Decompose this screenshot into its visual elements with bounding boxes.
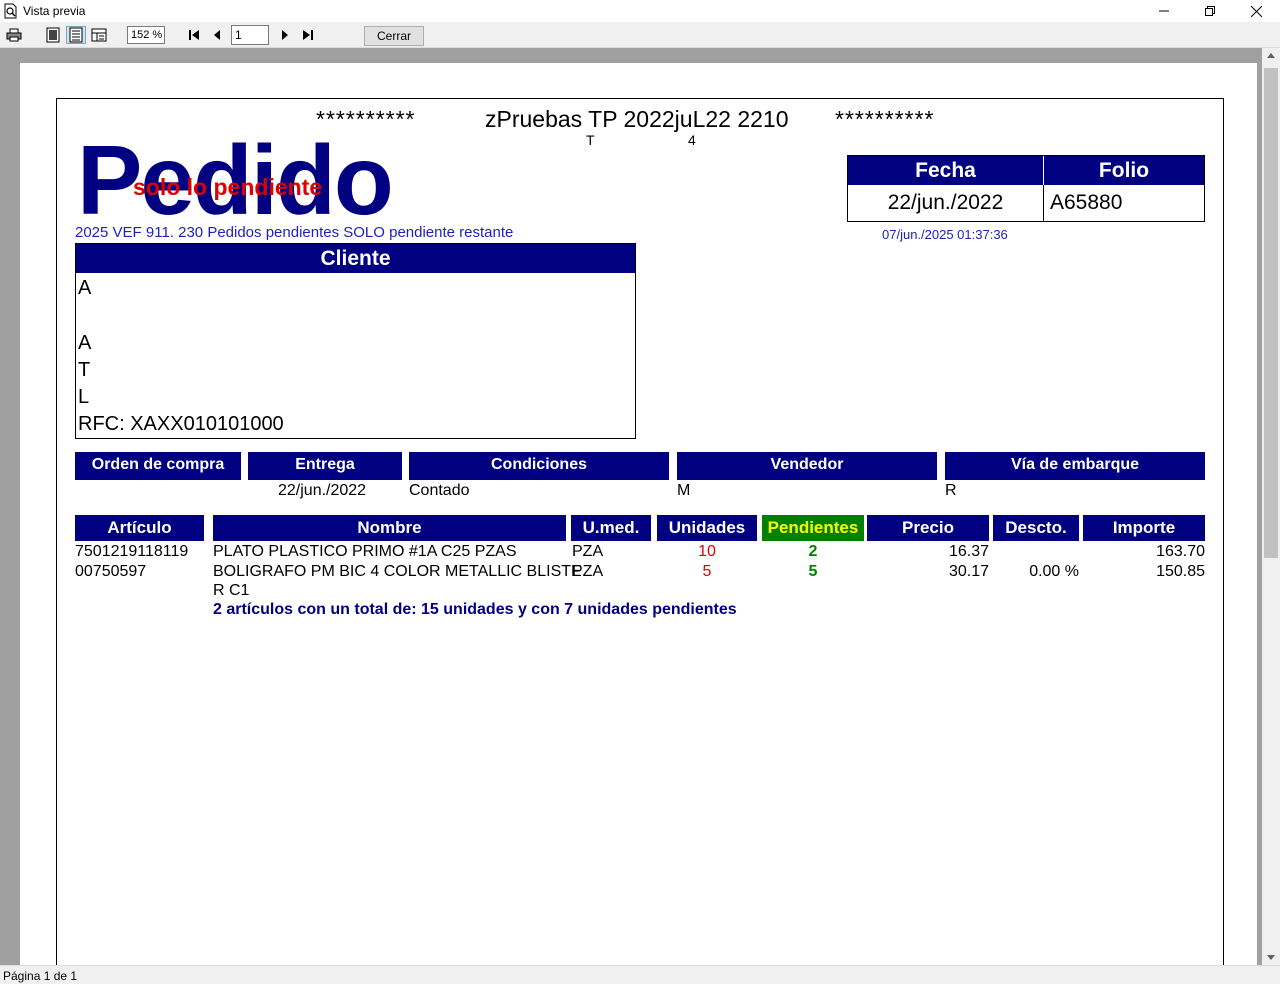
cliente-box: Cliente A A T L RFC: XAXX010101000 (75, 243, 636, 439)
report-subtitle: solo lo pendiente (133, 174, 323, 200)
title-bar: Vista previa (0, 0, 1280, 22)
cliente-line-3: T (78, 359, 91, 381)
print-button[interactable] (5, 26, 23, 44)
row-nombre: BOLIGRAFO PM BIC 4 COLOR METALLIC BLISTE (213, 563, 582, 580)
row-articulo: 00750597 (75, 563, 147, 580)
folio-value: A65880 (1050, 191, 1123, 214)
page-count-status: Página 1 de 1 (3, 969, 78, 983)
via-embarque-value: R (945, 482, 957, 499)
row-nombre: PLATO PLASTICO PRIMO #1A C25 PZAS (213, 543, 517, 560)
window-title: Vista previa (23, 4, 86, 18)
window-close-button[interactable] (1233, 0, 1279, 22)
fecha-value: 22/jun./2022 (848, 185, 1044, 221)
entrega-header: Entrega (248, 452, 402, 480)
cliente-line-4: L (78, 386, 90, 408)
last-page-button[interactable] (300, 26, 316, 44)
single-page-icon (46, 27, 60, 43)
col-importe: Importe (1083, 515, 1205, 541)
row-descto: 0.00 % (1029, 563, 1079, 580)
row-importe: 163.70 (1156, 543, 1205, 560)
previous-page-button[interactable] (210, 26, 224, 44)
first-page-icon (189, 30, 199, 40)
single-page-button[interactable] (44, 26, 62, 44)
row-unidades: 10 (698, 543, 716, 560)
next-page-button[interactable] (278, 26, 292, 44)
row-umed: PZA (572, 543, 604, 560)
next-page-icon (282, 30, 288, 40)
condiciones-header: Condiciones (409, 452, 669, 480)
two-page-button[interactable] (66, 26, 86, 44)
printer-icon (6, 28, 22, 42)
vertical-scrollbar[interactable] (1262, 48, 1280, 965)
vendedor-value: M (677, 482, 691, 499)
minimize-button[interactable] (1141, 0, 1187, 22)
header-glyph-4: 4 (688, 132, 696, 148)
restore-icon (1205, 6, 1215, 16)
toolbar: 152 % 1 Cerrar (0, 22, 1280, 48)
scroll-down-icon[interactable] (1266, 953, 1276, 961)
report-page: ********** zPruebas TP 2022juL22 2210 **… (20, 63, 1257, 965)
header-glyph-t: T (586, 132, 595, 148)
col-nombre: Nombre (213, 515, 566, 541)
scroll-thumb[interactable] (1264, 68, 1278, 558)
print-preview-icon (4, 3, 17, 19)
page-number-input[interactable]: 1 (231, 25, 269, 45)
previous-page-icon (214, 30, 220, 40)
preview-area: ********** zPruebas TP 2022juL22 2210 **… (0, 48, 1262, 965)
via-embarque-header: Vía de embarque (945, 452, 1205, 480)
minimize-icon (1159, 10, 1169, 12)
company-name: zPruebas TP 2022juL22 2210 (485, 106, 789, 132)
row-importe: 150.85 (1156, 563, 1205, 580)
orden-compra-header: Orden de compra (75, 452, 241, 480)
row-umed: PZA (572, 563, 604, 580)
fecha-header: Fecha (848, 156, 1044, 185)
header-stars-right: ********** (835, 106, 935, 132)
cliente-line-1: A (78, 277, 92, 299)
cerrar-button[interactable]: Cerrar (364, 26, 424, 46)
row-nombre-cont: R C1 (213, 582, 250, 599)
first-page-button[interactable] (186, 26, 202, 44)
col-articulo: Artículo (75, 515, 204, 541)
two-page-icon (69, 27, 83, 43)
status-bar: Página 1 de 1 (0, 965, 1280, 984)
report-description: 2025 VEF 911. 230 Pedidos pendientes SOL… (75, 224, 514, 241)
multi-page-button[interactable] (90, 26, 108, 44)
last-page-icon (303, 30, 313, 40)
vendedor-header: Vendedor (677, 452, 937, 480)
col-pendientes: Pendientes (762, 515, 864, 541)
cliente-rfc: RFC: XAXX010101000 (78, 413, 284, 435)
fecha-folio-table: Fecha Folio 22/jun./2022 A65880 (847, 155, 1205, 222)
header-stars-left: ********** (316, 106, 416, 132)
multi-page-icon (91, 28, 107, 42)
print-timestamp: 07/jun./2025 01:37:36 (882, 227, 1008, 242)
row-pendientes: 5 (808, 563, 818, 580)
row-unidades: 5 (702, 563, 712, 580)
row-precio: 16.37 (948, 543, 989, 560)
row-articulo: 7501219118119 (75, 543, 189, 560)
row-precio: 30.17 (948, 563, 989, 580)
row-pendientes: 2 (808, 543, 818, 560)
total-summary: 2 artículos con un total de: 15 unidades… (213, 601, 737, 618)
col-precio: Precio (867, 515, 989, 541)
cliente-header: Cliente (76, 244, 635, 273)
folio-header: Folio (1044, 156, 1204, 185)
col-umed: U.med. (571, 515, 651, 541)
condiciones-value: Contado (409, 482, 470, 499)
restore-button[interactable] (1187, 0, 1233, 22)
scroll-up-icon[interactable] (1266, 52, 1276, 60)
col-descto: Descto. (993, 515, 1079, 541)
cliente-line-2: A (78, 332, 92, 354)
close-icon (1250, 5, 1262, 17)
zoom-input[interactable]: 152 % (127, 26, 165, 44)
col-unidades: Unidades (657, 515, 757, 541)
entrega-value: 22/jun./2022 (278, 482, 367, 499)
